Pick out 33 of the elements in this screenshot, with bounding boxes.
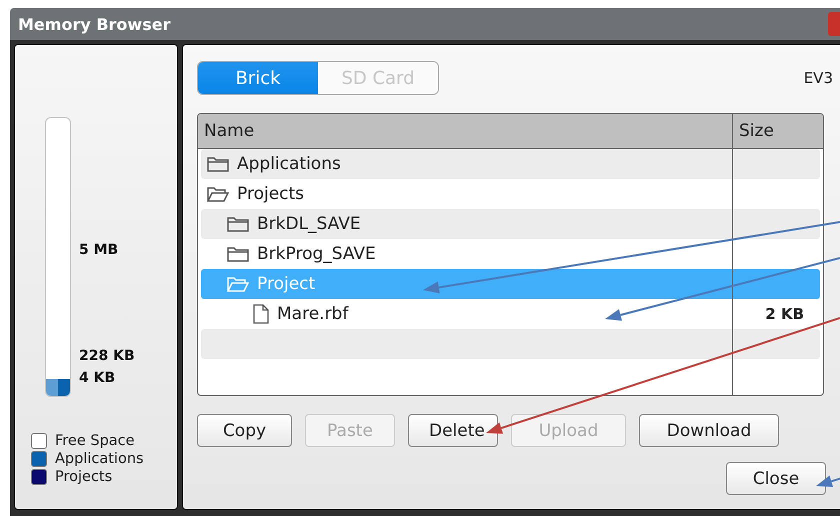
- file-name: Applications: [237, 154, 341, 174]
- action-button[interactable]: Delete: [408, 414, 498, 447]
- memory-size-label: 5 MB: [79, 241, 120, 260]
- file-name: Mare.rbf: [277, 304, 348, 324]
- file-name: Projects: [237, 184, 304, 204]
- file-name: BrkDL_SAVE: [257, 214, 361, 234]
- legend-label: Applications: [55, 451, 144, 467]
- column-header[interactable]: Size: [739, 121, 774, 141]
- legend-label: Free Space: [55, 433, 135, 449]
- column-header[interactable]: Name: [204, 121, 254, 141]
- open-folder-icon: [207, 186, 229, 202]
- folder-icon: [207, 156, 229, 172]
- file-size: 2 KB: [764, 305, 805, 323]
- file-row[interactable]: Projects: [201, 179, 820, 209]
- window-title: Memory Browser: [18, 14, 170, 34]
- file-icon: [253, 304, 269, 324]
- file-row[interactable]: Mare.rbf 2 KB: [201, 299, 820, 329]
- file-row[interactable]: BrkProg_SAVE: [201, 239, 820, 269]
- device-label: EV3: [804, 69, 833, 87]
- folder-icon: [227, 216, 249, 232]
- close-button[interactable]: Close: [726, 462, 826, 495]
- memory-size-label: 4 KB: [79, 369, 116, 388]
- memory-size-label: 228 KB: [79, 347, 135, 366]
- action-button[interactable]: Download: [639, 414, 779, 447]
- file-name: Project: [257, 274, 316, 294]
- action-button[interactable]: Copy: [197, 414, 292, 447]
- open-folder-icon: [227, 276, 249, 292]
- file-name: BrkProg_SAVE: [257, 244, 376, 264]
- legend-label: Projects: [55, 469, 112, 485]
- annotation-arrow: [816, 476, 840, 488]
- file-row[interactable]: BrkDL_SAVE: [201, 209, 820, 239]
- folder-icon: [227, 246, 249, 262]
- file-row[interactable]: Applications: [201, 149, 820, 179]
